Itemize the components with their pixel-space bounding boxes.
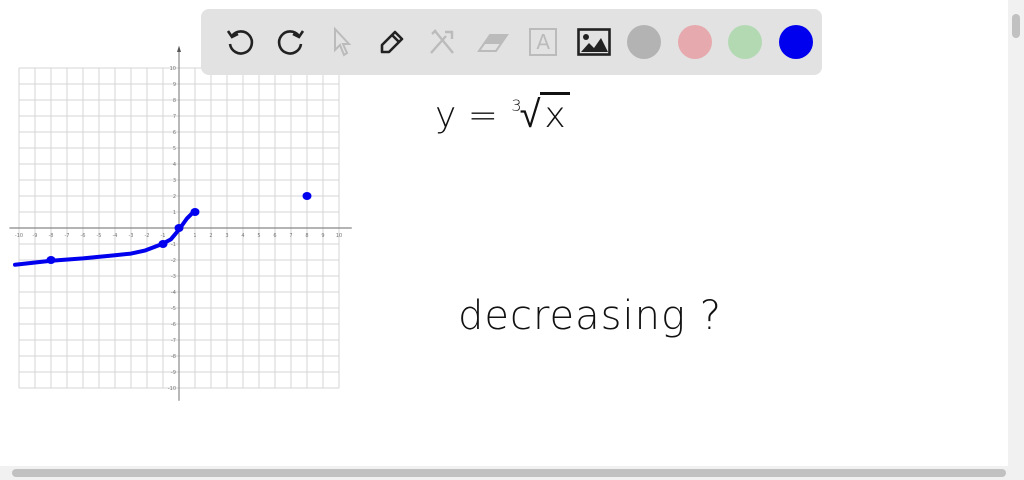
eraser-button[interactable]: [468, 17, 519, 67]
y-tick-label: -8: [171, 354, 176, 360]
color-blue-button[interactable]: [771, 17, 822, 67]
x-tick-label: 4: [241, 233, 244, 239]
select-button[interactable]: [316, 17, 367, 67]
text-box-icon: A: [529, 28, 558, 56]
data-point: [174, 224, 184, 232]
y-tick-label: -10: [168, 386, 176, 392]
pen-button[interactable]: [367, 17, 418, 67]
x-tick-label: -9: [33, 233, 38, 239]
data-point: [302, 192, 312, 200]
redo-icon: [277, 30, 304, 55]
redo-button[interactable]: [266, 17, 317, 67]
x-tick-label: 9: [321, 233, 324, 239]
data-point: [158, 240, 168, 248]
y-tick-label: -3: [171, 274, 176, 280]
y-tick-label: 9: [173, 82, 176, 88]
x-tick-label: -1: [161, 233, 166, 239]
cube-root-index: 3: [511, 96, 522, 115]
toolbar: A: [201, 9, 822, 75]
x-tick-label: -3: [129, 233, 134, 239]
y-tick-label: 7: [173, 114, 176, 120]
y-tick-label: -2: [171, 258, 176, 264]
select-pointer-icon: [334, 26, 352, 57]
x-tick-label: -8: [49, 233, 54, 239]
x-tick-label: -5: [97, 233, 102, 239]
eraser-icon: [476, 34, 509, 52]
x-tick-label: 7: [289, 233, 292, 239]
x-tick-label: -6: [81, 233, 86, 239]
image-icon: [576, 28, 611, 56]
x-tick-label: 1: [193, 233, 196, 239]
radical-sign: √: [519, 92, 541, 136]
data-point: [190, 208, 200, 216]
y-tick-label: 6: [173, 130, 176, 136]
text-button[interactable]: A: [518, 17, 569, 67]
y-tick-label: -6: [171, 322, 176, 328]
y-tick-label: -1: [171, 242, 176, 248]
horizontal-scrollbar[interactable]: [0, 466, 1024, 480]
pen-icon: [380, 30, 404, 54]
x-tick-label: 6: [273, 233, 276, 239]
data-point: [46, 256, 56, 264]
x-tick-label: -2: [145, 233, 150, 239]
y-tick-label: 1: [173, 210, 176, 216]
y-tick-label: -7: [171, 338, 176, 344]
color-green-button[interactable]: [720, 17, 771, 67]
y-tick-label: -4: [171, 290, 176, 296]
x-tick-label: 3: [225, 233, 228, 239]
x-tick-label: 8: [305, 233, 308, 239]
y-tick-label: 8: [173, 98, 176, 104]
y-tick-label: -9: [171, 370, 176, 376]
color-pink-button[interactable]: [670, 17, 721, 67]
x-tick-label: -10: [15, 233, 23, 239]
question-text: decreasing ?: [458, 293, 722, 339]
equation: y = 3√ x: [435, 92, 570, 137]
equation-lhs: y =: [435, 95, 498, 136]
y-tick-label: 5: [173, 146, 176, 152]
y-tick-label: -5: [171, 306, 176, 312]
color-gray-button[interactable]: [619, 17, 670, 67]
equation-radicand: x: [540, 92, 570, 136]
undo-icon: [227, 30, 254, 55]
y-tick-label: 3: [173, 178, 176, 184]
color-swatch-pink: [677, 25, 712, 59]
y-tick-label: 10: [170, 66, 176, 72]
horizontal-scroll-thumb[interactable]: [12, 469, 1006, 477]
vertical-scrollbar[interactable]: [1008, 0, 1024, 466]
x-tick-label: 5: [257, 233, 260, 239]
y-tick-label: 4: [173, 162, 176, 168]
x-tick-label: -4: [113, 233, 118, 239]
undo-button[interactable]: [215, 17, 266, 67]
x-tick-label: -7: [65, 233, 70, 239]
curve-series: [13, 208, 197, 267]
y-axis-arrow: [177, 45, 181, 52]
image-button[interactable]: [569, 17, 620, 67]
vertical-scroll-thumb[interactable]: [1012, 14, 1020, 38]
color-swatch-blue: [778, 25, 813, 59]
x-tick-label: 2: [209, 233, 212, 239]
tools-icon: [430, 29, 455, 54]
y-tick-label: 2: [173, 194, 176, 200]
color-swatch-green: [728, 25, 763, 59]
color-swatch-gray: [627, 25, 662, 59]
x-tick-label: 10: [336, 233, 342, 239]
tools-button[interactable]: [417, 17, 468, 67]
